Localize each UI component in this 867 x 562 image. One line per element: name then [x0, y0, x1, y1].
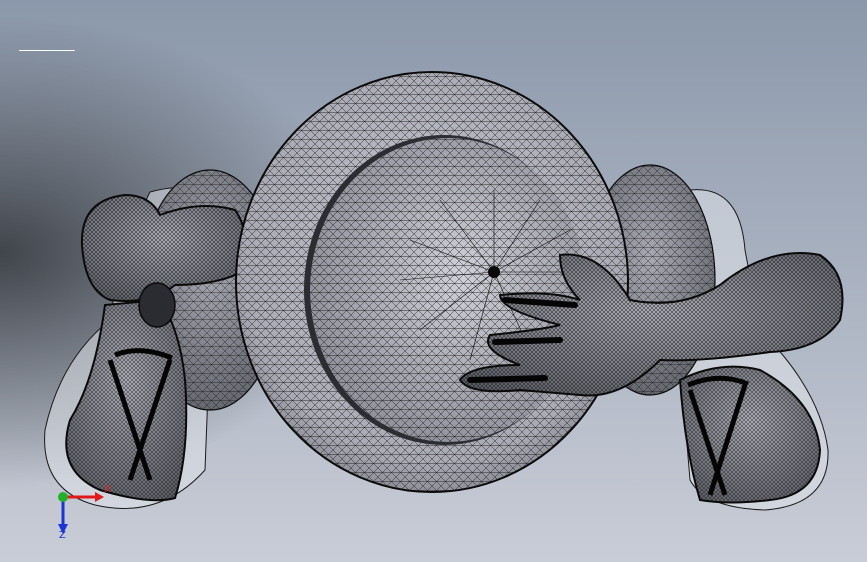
- sphere-mesh: [310, 138, 586, 442]
- triad-y-origin: [58, 492, 68, 502]
- triad-x-arrowhead: [95, 492, 104, 502]
- mesh-model-view[interactable]: [0, 0, 867, 562]
- graphics-viewport[interactable]: X Z: [0, 0, 867, 562]
- triad-z-label: Z: [59, 530, 66, 541]
- triad-x-label: X: [104, 484, 111, 495]
- reference-triad[interactable]: X Z: [40, 480, 120, 550]
- viewport-divider-line: [19, 50, 75, 51]
